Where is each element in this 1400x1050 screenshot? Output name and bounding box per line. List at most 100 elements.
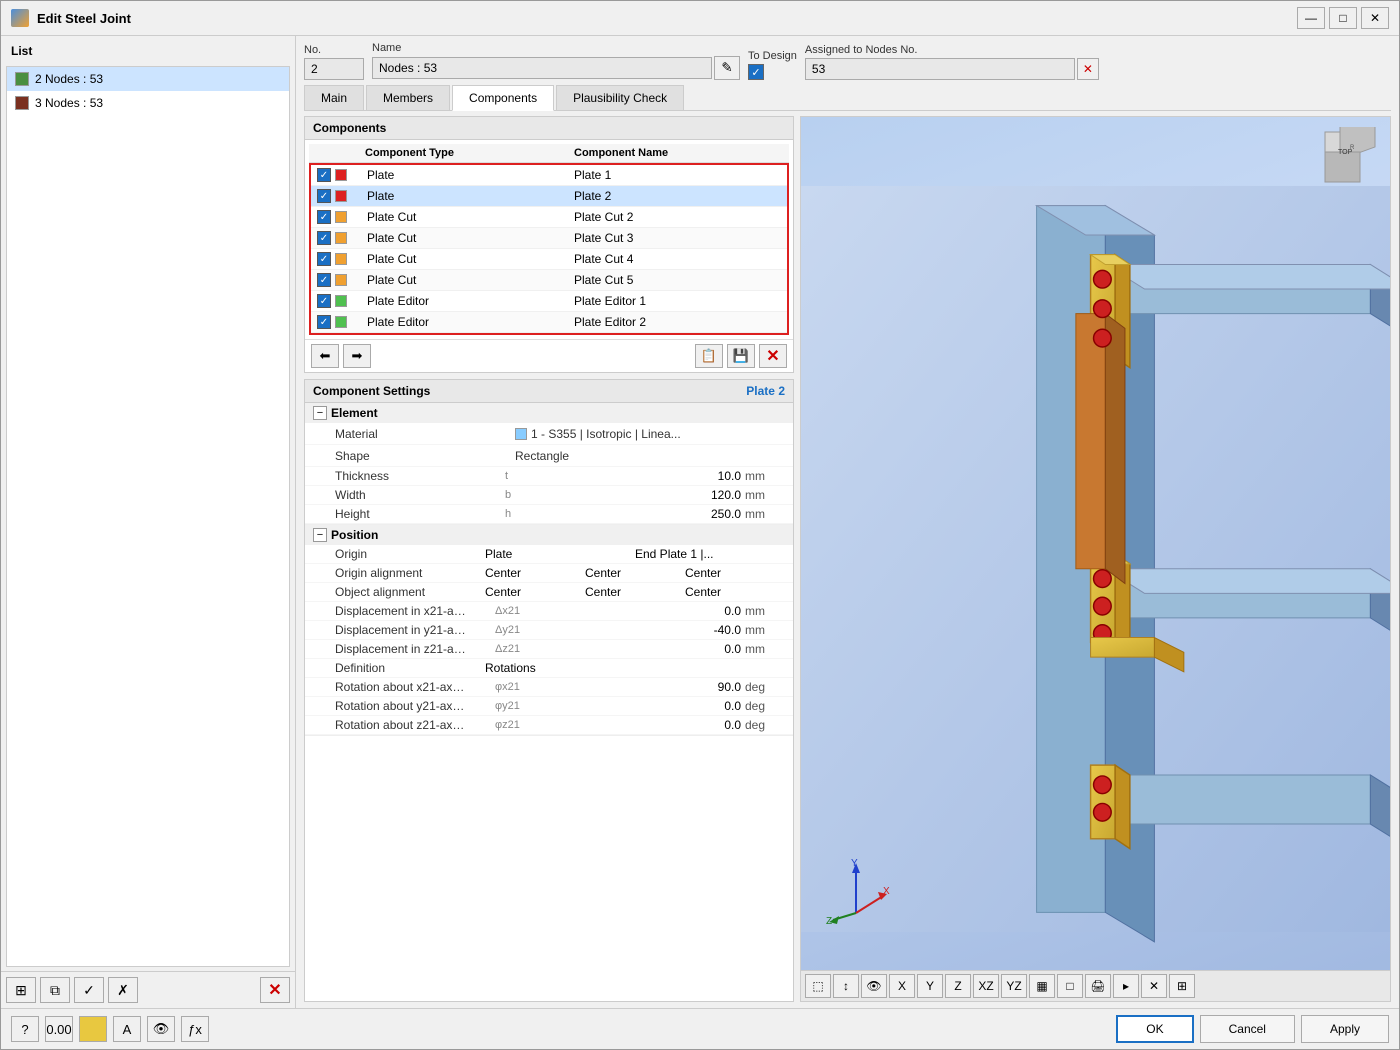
vp-y-button[interactable]: Y: [917, 974, 943, 998]
component-checkbox[interactable]: ✓: [317, 231, 331, 245]
shape-value: Rectangle: [515, 449, 785, 463]
collapse-element-button[interactable]: −: [313, 406, 327, 420]
height-value: 250.0: [535, 507, 745, 521]
ok-button[interactable]: OK: [1116, 1015, 1193, 1043]
component-row[interactable]: ✓ Plate Plate 2: [311, 186, 787, 207]
component-checkbox[interactable]: ✓: [317, 210, 331, 224]
position-group-header[interactable]: − Position: [305, 525, 793, 545]
vp-yz-button[interactable]: YZ: [1001, 974, 1027, 998]
name-label: Name: [372, 42, 740, 54]
component-color: [335, 274, 347, 286]
tab-plausibility[interactable]: Plausibility Check: [556, 85, 684, 110]
vp-norender-button[interactable]: ✕: [1141, 974, 1167, 998]
color-button[interactable]: [79, 1016, 107, 1042]
copy-list-button[interactable]: ⧉: [40, 977, 70, 1003]
main-window: Edit Steel Joint — □ ✕ List 2 Nodes : 53…: [0, 0, 1400, 1050]
component-name: Plate Cut 3: [574, 231, 781, 245]
component-checkbox[interactable]: ✓: [317, 294, 331, 308]
vp-x-button[interactable]: X: [889, 974, 915, 998]
apply-button[interactable]: Apply: [1301, 1015, 1389, 1043]
width-sym: b: [505, 489, 535, 501]
help-button[interactable]: ?: [11, 1016, 39, 1042]
component-row[interactable]: ✓ Plate Cut Plate Cut 5: [311, 270, 787, 291]
collapse-position-button[interactable]: −: [313, 528, 327, 542]
thickness-sym: t: [505, 470, 535, 482]
vp-eye-button[interactable]: 👁: [861, 974, 887, 998]
list-item[interactable]: 2 Nodes : 53: [7, 67, 289, 91]
tab-main[interactable]: Main: [304, 85, 364, 110]
to-design-checkbox[interactable]: ✓: [748, 64, 764, 80]
maximize-button[interactable]: □: [1329, 7, 1357, 29]
component-row[interactable]: ✓ Plate Editor Plate Editor 2: [311, 312, 787, 333]
vp-print-button[interactable]: 🖨: [1085, 974, 1111, 998]
component-name: Plate Editor 1: [574, 294, 781, 308]
tab-components[interactable]: Components: [452, 85, 554, 111]
no-input[interactable]: [304, 58, 364, 80]
component-row[interactable]: ✓ Plate Plate 1: [311, 165, 787, 186]
move-up-button[interactable]: ⬅: [311, 344, 339, 368]
vp-box-button[interactable]: □: [1057, 974, 1083, 998]
assigned-input[interactable]: [805, 58, 1075, 80]
list-item[interactable]: 3 Nodes : 53: [7, 91, 289, 115]
component-checkbox[interactable]: ✓: [317, 273, 331, 287]
component-checkbox[interactable]: ✓: [317, 189, 331, 203]
vp-viewport-button[interactable]: ⊞: [1169, 974, 1195, 998]
cancel-button[interactable]: Cancel: [1200, 1015, 1295, 1043]
delete-list-button[interactable]: ✕: [260, 977, 290, 1003]
component-type: Plate Cut: [367, 273, 574, 287]
name-input[interactable]: [372, 57, 712, 79]
disp-z-label: Displacement in z21-a…: [335, 642, 495, 656]
thickness-row: Thickness t 10.0 mm: [305, 467, 793, 486]
component-row[interactable]: ✓ Plate Cut Plate Cut 2: [311, 207, 787, 228]
vp-arrow-button[interactable]: ▸: [1113, 974, 1139, 998]
uncheck-list-button[interactable]: ✗: [108, 977, 138, 1003]
minimize-button[interactable]: —: [1297, 7, 1325, 29]
tab-members[interactable]: Members: [366, 85, 450, 110]
app-icon: [11, 9, 29, 27]
assigned-clear-button[interactable]: ✕: [1077, 58, 1099, 80]
zero-button[interactable]: 0.00: [45, 1016, 73, 1042]
top-row: No. Name ✎ To Design ✓ Assigned to Nodes…: [304, 42, 1391, 80]
assigned-field-group: Assigned to Nodes No. ✕: [805, 44, 1099, 80]
vp-select-button[interactable]: ⬚: [805, 974, 831, 998]
position-group: − Position Origin Plate End Plate 1 |...: [305, 525, 793, 736]
origin-align-val3: Center: [685, 566, 785, 580]
vp-xz-button[interactable]: XZ: [973, 974, 999, 998]
add-list-button[interactable]: ⊞: [6, 977, 36, 1003]
thickness-label: Thickness: [335, 469, 505, 483]
delete-component-button[interactable]: ✕: [759, 344, 787, 368]
vp-plane-button[interactable]: ▦: [1029, 974, 1055, 998]
component-row[interactable]: ✓ Plate Editor Plate Editor 1: [311, 291, 787, 312]
component-checkbox[interactable]: ✓: [317, 168, 331, 182]
function-button[interactable]: ƒx: [181, 1016, 209, 1042]
object-align-val1: Center: [485, 585, 585, 599]
check-list-button[interactable]: ✓: [74, 977, 104, 1003]
view-cube-gizmo[interactable]: TOP R: [1320, 127, 1380, 187]
3d-viewport[interactable]: TOP R Y: [800, 116, 1391, 1002]
component-name: Plate 2: [574, 189, 781, 203]
component-row[interactable]: ✓ Plate Cut Plate Cut 3: [311, 228, 787, 249]
export-button[interactable]: 💾: [727, 344, 755, 368]
disp-x-unit: mm: [745, 604, 785, 618]
titlebar: Edit Steel Joint — □ ✕: [1, 1, 1399, 36]
move-down-button[interactable]: ➡: [343, 344, 371, 368]
eye-button[interactable]: 👁: [147, 1016, 175, 1042]
material-value: 1 - S355 | Isotropic | Linea...: [515, 427, 785, 441]
vp-z-button[interactable]: Z: [945, 974, 971, 998]
name-edit-button[interactable]: ✎: [714, 56, 740, 80]
definition-label: Definition: [335, 661, 485, 675]
component-checkbox[interactable]: ✓: [317, 315, 331, 329]
bottom-right-buttons: OK Cancel Apply: [1116, 1015, 1389, 1043]
component-checkbox[interactable]: ✓: [317, 252, 331, 266]
shape-row: Shape Rectangle: [305, 445, 793, 467]
close-button[interactable]: ✕: [1361, 7, 1389, 29]
disp-z-sym: Δz21: [495, 643, 535, 655]
disp-y-sym: Δy21: [495, 624, 535, 636]
component-row[interactable]: ✓ Plate Cut Plate Cut 4: [311, 249, 787, 270]
import-button[interactable]: 📋: [695, 344, 723, 368]
rot-y-label: Rotation about y21-ax…: [335, 699, 495, 713]
element-group-header[interactable]: − Element: [305, 403, 793, 423]
vp-move-button[interactable]: ↕: [833, 974, 859, 998]
origin-align-val1: Center: [485, 566, 585, 580]
text-button[interactable]: A: [113, 1016, 141, 1042]
